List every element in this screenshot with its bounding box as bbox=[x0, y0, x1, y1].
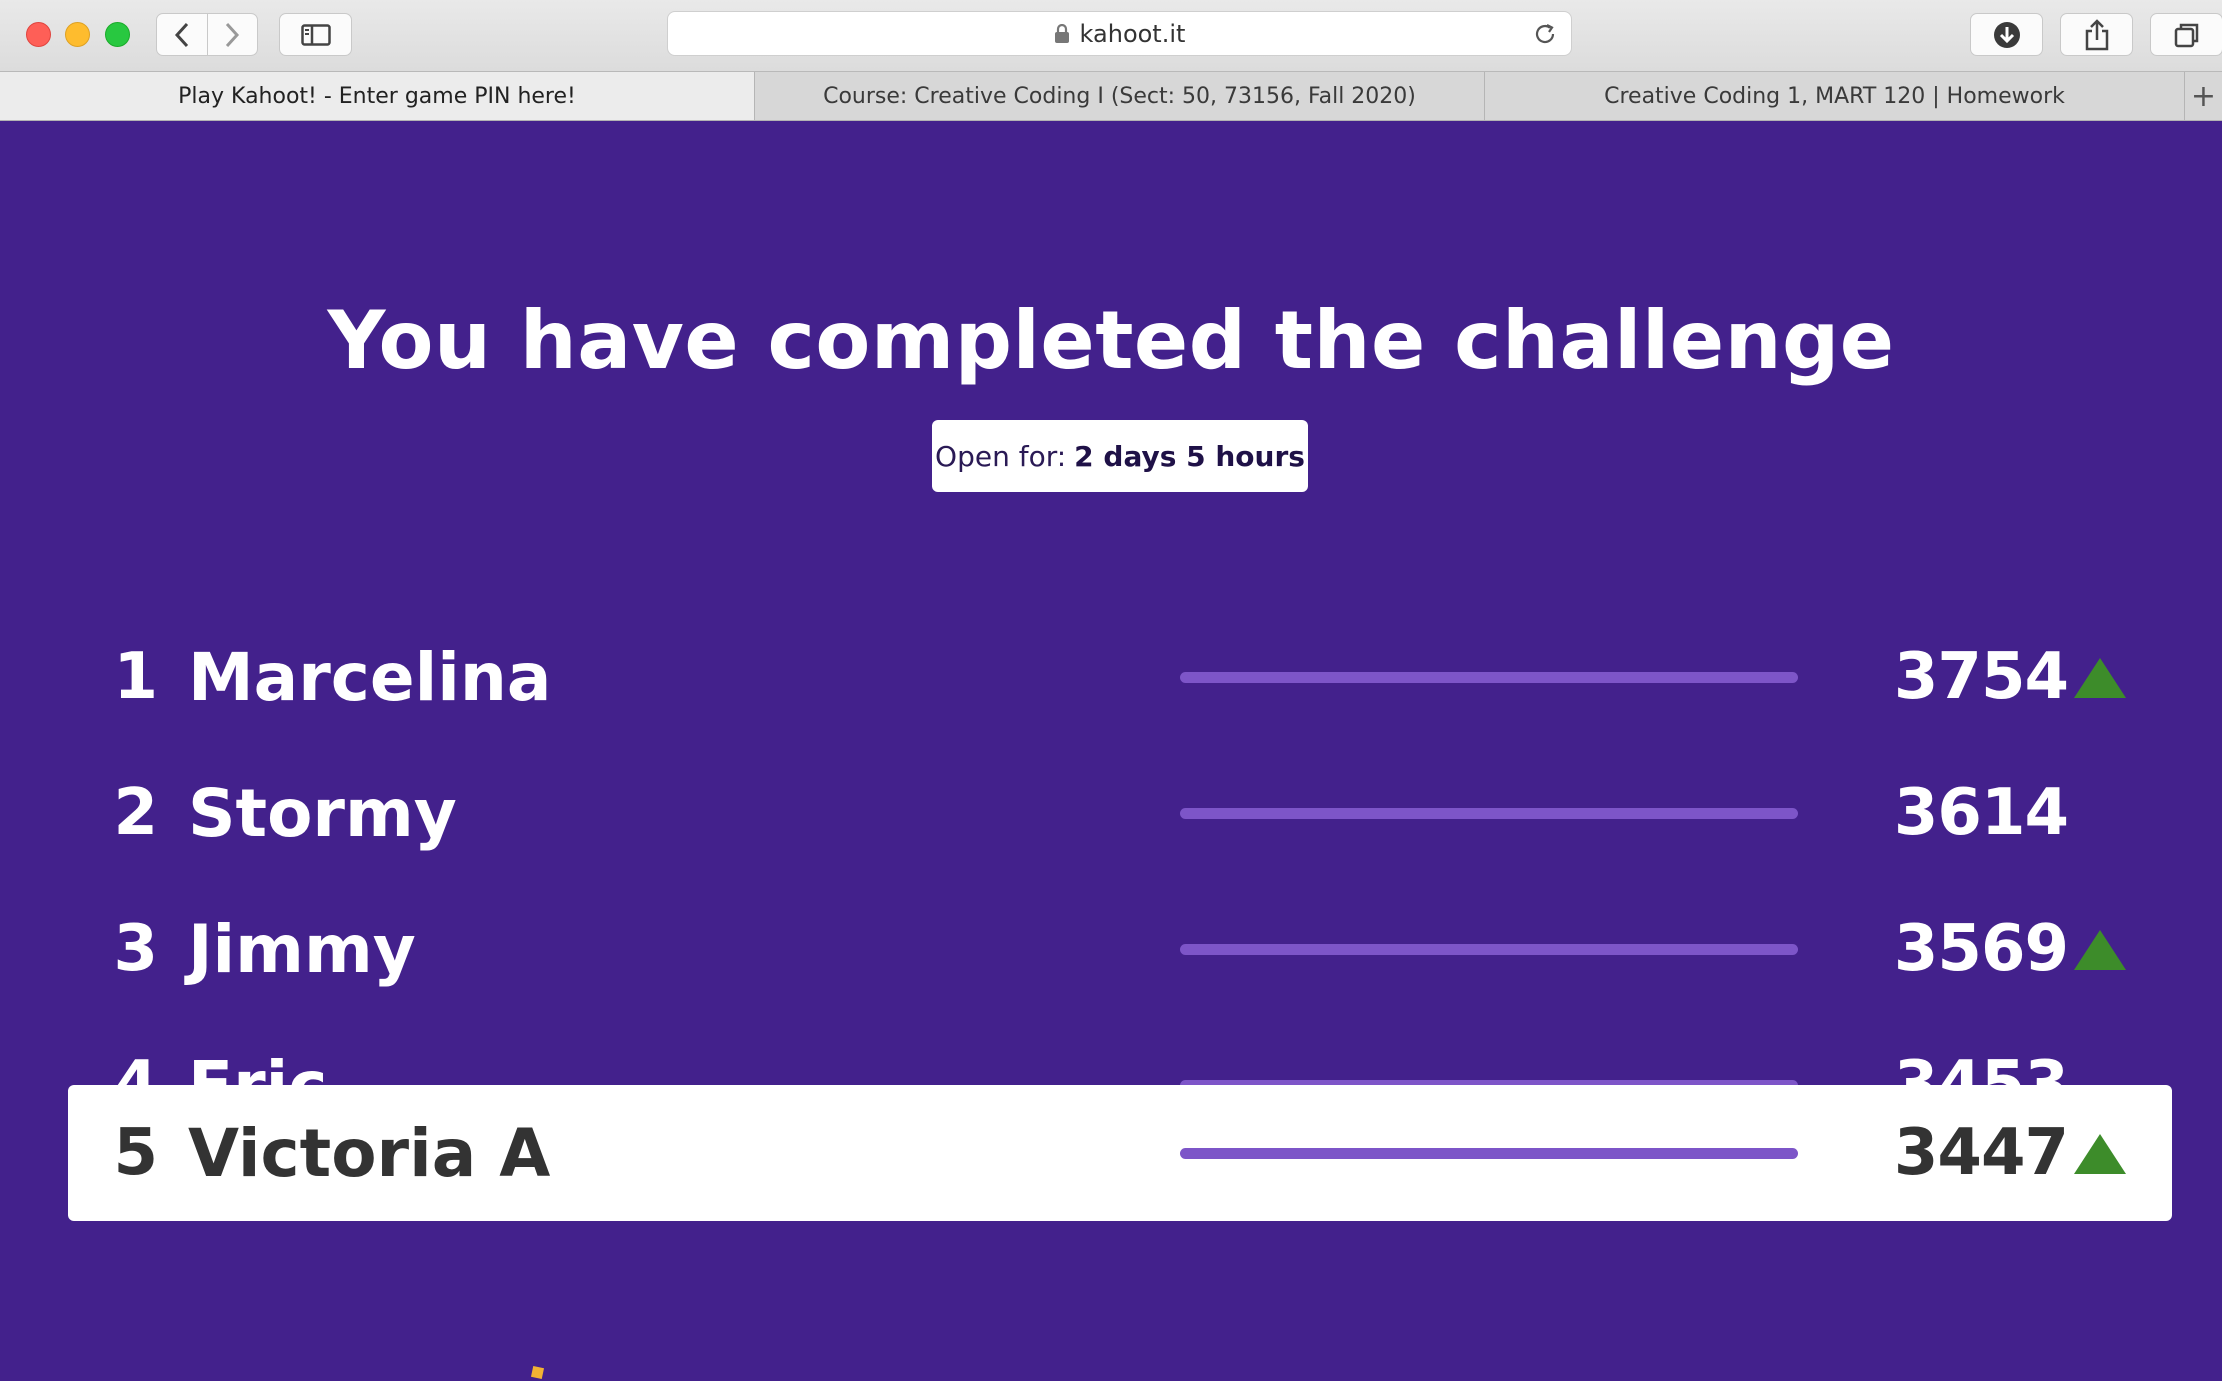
share-button[interactable] bbox=[2060, 13, 2133, 56]
badge-label: Open for: bbox=[935, 439, 1067, 473]
forward-icon bbox=[226, 22, 240, 47]
url-display: kahoot.it bbox=[668, 12, 1571, 55]
leaderboard-row-current-player: 5 Victoria A 3447 bbox=[68, 1085, 2172, 1221]
player-score: 3754 bbox=[1893, 640, 2069, 714]
leaderboard-row: 2 Stormy 3614 bbox=[68, 745, 2172, 881]
player-score: 3447 bbox=[1893, 1116, 2069, 1190]
rank-up-arrow-icon bbox=[2074, 930, 2126, 970]
download-icon bbox=[1993, 21, 2020, 48]
url-text: kahoot.it bbox=[1079, 19, 1186, 48]
player-score: 3569 bbox=[1893, 912, 2069, 986]
score-bar bbox=[1180, 672, 1798, 683]
browser-toolbar: kahoot.it bbox=[0, 0, 2222, 71]
rank-number: 5 bbox=[113, 1116, 158, 1190]
navigation-buttons bbox=[156, 13, 258, 56]
tab-label: Course: Creative Coding I (Sect: 50, 731… bbox=[823, 83, 1416, 109]
score-bar bbox=[1180, 1148, 1798, 1159]
leaderboard-row: 1 Marcelina 3754 bbox=[68, 609, 2172, 745]
rank-number: 1 bbox=[113, 640, 158, 714]
badge-value: 2 days 5 hours bbox=[1074, 439, 1305, 473]
downloads-button[interactable] bbox=[1970, 13, 2043, 56]
back-button[interactable] bbox=[157, 14, 207, 55]
player-name: Stormy bbox=[188, 774, 457, 852]
rank-up-arrow-icon bbox=[2074, 658, 2126, 698]
tab-bar: Play Kahoot! - Enter game PIN here! Cour… bbox=[0, 71, 2222, 121]
lock-icon bbox=[1054, 23, 1070, 44]
reload-icon bbox=[1535, 24, 1555, 44]
minimize-window-button[interactable] bbox=[65, 22, 90, 47]
sidebar-button[interactable] bbox=[279, 13, 352, 56]
open-for-badge: Open for: 2 days 5 hours bbox=[932, 420, 1308, 492]
rank-up-arrow-icon bbox=[2074, 1134, 2126, 1174]
confetti-piece bbox=[530, 1365, 545, 1380]
score-bar bbox=[1180, 944, 1798, 955]
rank-number: 3 bbox=[113, 912, 158, 986]
page-title: You have completed the challenge bbox=[327, 294, 1895, 387]
tab-label: Creative Coding 1, MART 120 | Homework bbox=[1604, 83, 2065, 109]
player-name: Marcelina bbox=[188, 638, 552, 716]
close-window-button[interactable] bbox=[26, 22, 51, 47]
leaderboard-row: 3 Jimmy 3569 bbox=[68, 881, 2172, 1017]
score-bar bbox=[1180, 808, 1798, 819]
address-bar[interactable]: kahoot.it bbox=[667, 11, 1572, 56]
zoom-window-button[interactable] bbox=[105, 22, 130, 47]
player-score: 3614 bbox=[1893, 776, 2069, 850]
tab-course[interactable]: Course: Creative Coding I (Sect: 50, 731… bbox=[755, 72, 1485, 120]
rank-number: 2 bbox=[113, 776, 158, 850]
sidebar-icon bbox=[300, 23, 331, 46]
back-icon bbox=[174, 22, 188, 47]
page-content: You have completed the challenge Open fo… bbox=[0, 121, 2222, 1381]
tab-label: Play Kahoot! - Enter game PIN here! bbox=[178, 83, 576, 109]
player-name: Jimmy bbox=[188, 910, 416, 988]
tab-overview-button[interactable] bbox=[2150, 13, 2222, 56]
tabs-overview-icon bbox=[2174, 23, 2198, 47]
new-tab-button[interactable]: + bbox=[2185, 72, 2222, 120]
share-icon bbox=[2085, 18, 2108, 50]
tab-homework[interactable]: Creative Coding 1, MART 120 | Homework bbox=[1485, 72, 2185, 120]
tab-kahoot[interactable]: Play Kahoot! - Enter game PIN here! bbox=[0, 72, 755, 120]
forward-button[interactable] bbox=[206, 14, 258, 55]
reload-button[interactable] bbox=[1533, 22, 1557, 46]
player-name: Victoria A bbox=[188, 1114, 551, 1192]
